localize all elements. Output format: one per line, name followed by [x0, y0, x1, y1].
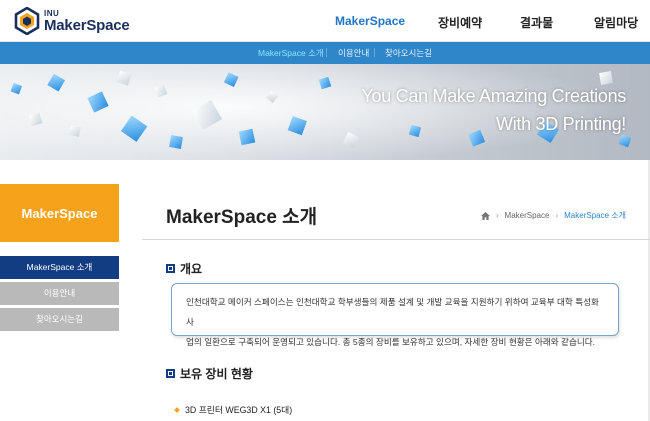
- global-nav: MakerSpace 장비예약 결과물 알림마당: [0, 14, 650, 30]
- diamond-bullet-icon: [174, 406, 180, 413]
- subnav-item-directions[interactable]: 찾아오시는길: [385, 47, 432, 59]
- square-bullet-icon: [166, 369, 175, 378]
- equipment-list-item: 3D 프린터 WEG3D X1 (5대): [174, 403, 293, 416]
- breadcrumb: › MakerSpace › MakerSpace 소개: [480, 210, 626, 221]
- overview-box: 인천대학교 메이커 스페이스는 인천대학교 학부생들의 제품 설계 및 개발 교…: [171, 283, 619, 347]
- section-heading-equipment: 보유 장비 현황: [166, 365, 253, 382]
- gnb-item-notices[interactable]: 알림마당: [594, 14, 638, 31]
- gnb-item-makerspace[interactable]: MakerSpace: [335, 14, 405, 28]
- gnb-item-equipment-reservation[interactable]: 장비예약: [438, 14, 482, 31]
- overview-text-line: 업의 일환으로 구축되어 운영되고 있습니다. 총 5종의 장비를 보유하고 있…: [186, 337, 596, 347]
- banner-headline-line1: You Can Make Amazing Creations: [361, 86, 627, 106]
- square-bullet-icon: [166, 264, 175, 273]
- sidebar-item-intro[interactable]: MakerSpace 소개: [0, 256, 119, 279]
- subnav-divider: [374, 48, 375, 57]
- breadcrumb-item[interactable]: MakerSpace: [505, 211, 550, 220]
- hero-banner: You Can Make Amazing Creations With 3D P…: [0, 64, 650, 160]
- title-divider: [142, 239, 650, 240]
- banner-headline-line2: With 3D Printing!: [496, 114, 626, 134]
- chevron-right-icon: ›: [555, 211, 559, 220]
- sub-nav-bar: MakerSpace 소개 이용안내 찾아오시는길: [0, 42, 650, 64]
- subnav-item-intro[interactable]: MakerSpace 소개: [258, 47, 324, 59]
- sidebar-title: MakerSpace: [0, 184, 119, 242]
- top-header: INU MakerSpace MakerSpace 장비예약 결과물 알림마당: [0, 0, 650, 42]
- page-title: MakerSpace 소개: [166, 207, 318, 228]
- gnb-item-results[interactable]: 결과물: [520, 14, 553, 31]
- main-content: MakerSpace 소개 › MakerSpace › MakerSpace …: [142, 183, 650, 421]
- equipment-name: 3D 프린터 WEG3D X1 (5대): [185, 405, 293, 415]
- section-heading-text: 개요: [180, 262, 203, 276]
- subnav-divider: [326, 48, 327, 57]
- banner-cubes-illustration: [0, 64, 650, 160]
- sidebar-item-guide[interactable]: 이용안내: [0, 282, 119, 305]
- section-heading-overview: 개요: [166, 260, 202, 277]
- sidebar-item-directions[interactable]: 찾아오시는길: [0, 308, 119, 331]
- home-icon[interactable]: [480, 211, 490, 220]
- chevron-right-icon: ›: [495, 211, 499, 220]
- subnav-item-guide[interactable]: 이용안내: [338, 47, 369, 59]
- overview-text-line: 인천대학교 메이커 스페이스는 인천대학교 학부생들의 제품 설계 및 개발 교…: [186, 297, 599, 327]
- breadcrumb-current: MakerSpace 소개: [564, 211, 626, 220]
- sidebar-menu: MakerSpace 소개 이용안내 찾아오시는길: [0, 256, 119, 334]
- section-heading-text: 보유 장비 현황: [180, 367, 253, 381]
